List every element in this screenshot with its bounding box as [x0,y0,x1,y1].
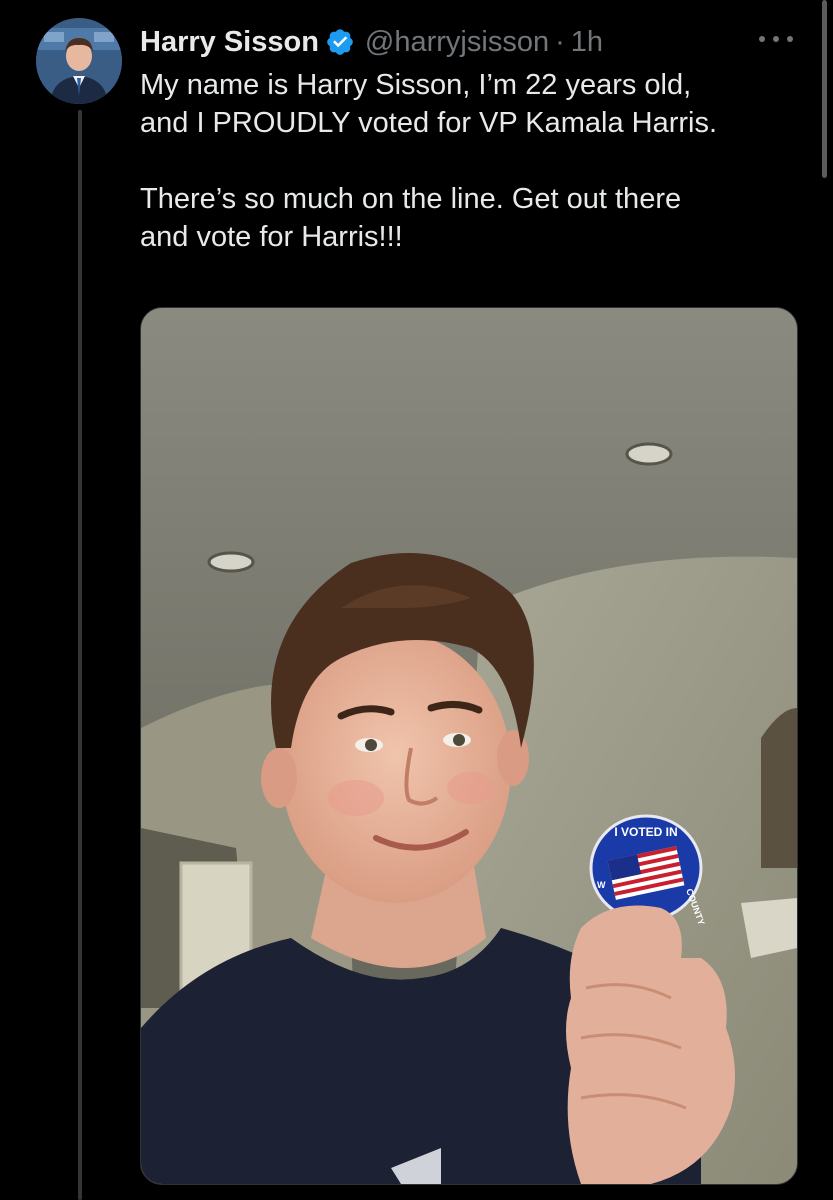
author-name[interactable]: Harry Sisson [140,26,319,59]
tweet-photo[interactable]: I VOTED IN COUNTY W [140,307,798,1185]
tweet-header: Harry Sisson @harryjsisson · 1h [140,22,793,62]
thread-line [78,110,82,1200]
timestamp[interactable]: 1h [571,26,603,59]
avatar[interactable] [36,18,122,104]
author-handle[interactable]: @harryjsisson [365,26,549,59]
verified-badge-icon [327,29,353,55]
more-horizontal-icon[interactable] [759,24,793,54]
sticker-left-text: W [597,880,606,890]
tweet-text: My name is Harry Sisson, I’m 22 years ol… [140,69,718,253]
scrollbar[interactable] [822,0,827,178]
sticker-top-text: I VOTED IN [614,825,677,839]
separator-dot: · [555,25,565,58]
